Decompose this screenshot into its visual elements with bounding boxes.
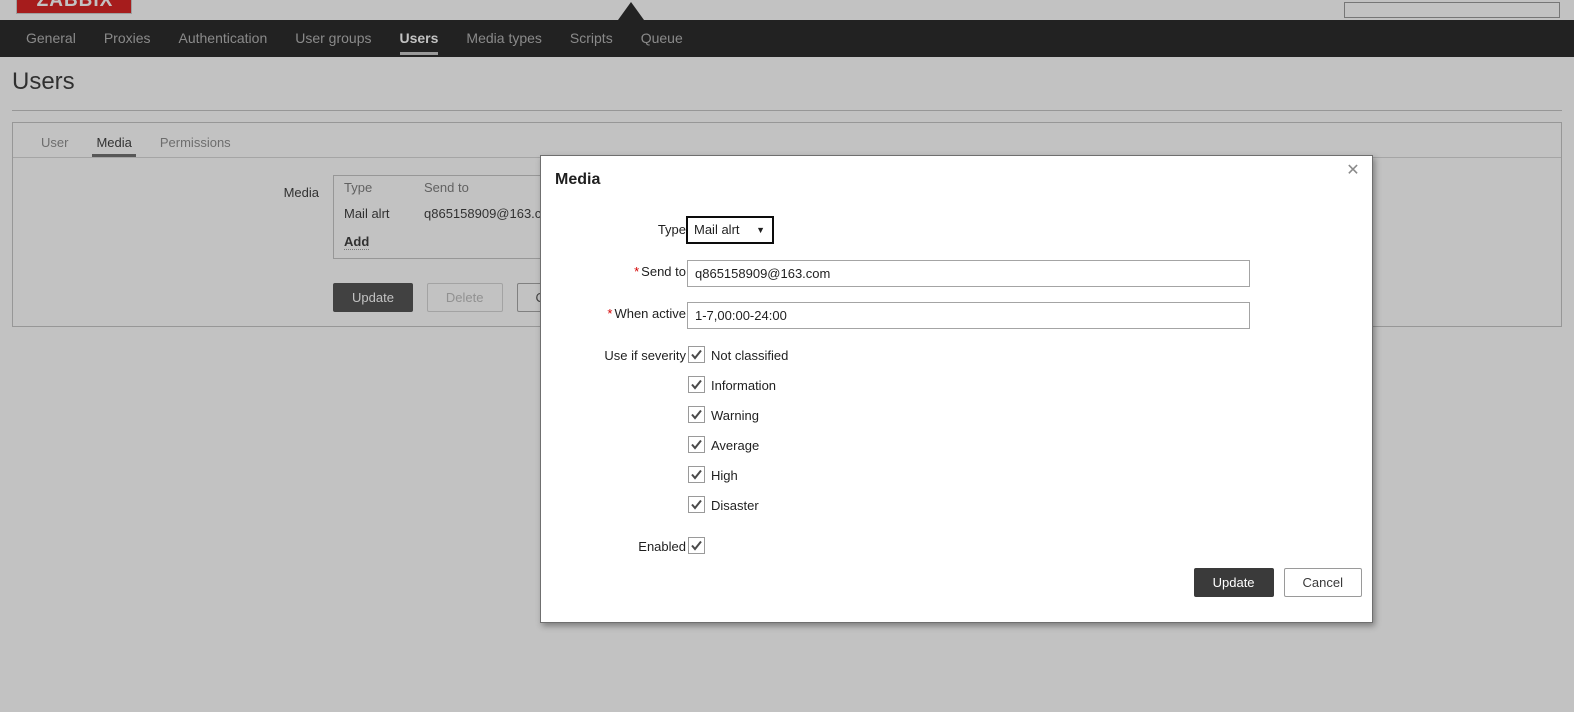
modal-send-to-label: * Send to: [634, 264, 686, 279]
when-active-input-value: 1-7,00:00-24:00: [695, 308, 787, 323]
when-active-input[interactable]: 1-7,00:00-24:00: [687, 302, 1250, 329]
severity-checkbox-average[interactable]: [688, 436, 705, 453]
column-header-send-to: Send to: [424, 180, 469, 195]
type-select-value: Mail alrt: [694, 222, 740, 237]
nav-item-authentication[interactable]: Authentication: [165, 20, 282, 57]
severity-checkbox-high[interactable]: [688, 466, 705, 483]
modal-update-button[interactable]: Update: [1193, 568, 1274, 597]
delete-button: Delete: [426, 283, 503, 312]
page-title: Users: [12, 68, 75, 95]
cell-type: Mail alrt: [344, 206, 390, 221]
modal-type-label: Type: [657, 222, 686, 237]
modal-action-buttons: Update Cancel: [1193, 568, 1362, 597]
footer-divider: [541, 554, 1372, 555]
required-marker-when-active: *: [607, 306, 613, 321]
severity-label-high: High: [711, 468, 738, 483]
severity-label-disaster: Disaster: [711, 498, 759, 513]
severity-checkbox-not-classified[interactable]: [688, 346, 705, 363]
severity-checkbox-warning[interactable]: [688, 406, 705, 423]
zabbix-logo[interactable]: ZABBIX: [16, 0, 132, 14]
nav-item-general[interactable]: General: [12, 20, 90, 57]
severity-label-not-classified: Not classified: [711, 348, 789, 363]
enabled-checkbox[interactable]: [688, 537, 705, 554]
modal-severity-label: Use if severity: [604, 348, 686, 363]
nav-item-media-types[interactable]: Media types: [452, 20, 555, 57]
nav-item-proxies[interactable]: Proxies: [90, 20, 165, 57]
column-header-type: Type: [344, 180, 373, 195]
page-root: ZABBIX General Proxies Authentication Us…: [0, 0, 1574, 712]
modal-footer: Update Cancel: [541, 554, 1372, 622]
form-tabs: User Media Permissions: [13, 123, 245, 157]
close-icon[interactable]: ✕: [1342, 160, 1364, 182]
nav-item-queue[interactable]: Queue: [627, 20, 697, 57]
send-to-input-value: q865158909@163.com: [695, 266, 831, 281]
send-to-input[interactable]: q865158909@163.com: [687, 260, 1250, 287]
severity-checkbox-disaster[interactable]: [688, 496, 705, 513]
media-field-label: Media: [283, 185, 319, 200]
severity-label-average: Average: [711, 438, 760, 453]
media-modal-dialog: Media ✕ Type Mail alrt ▼ * Send to q86515…: [540, 155, 1373, 623]
title-divider: [12, 110, 1562, 111]
logo-text: ZABBIX: [36, 0, 114, 11]
nav-items: General Proxies Authentication User grou…: [0, 20, 697, 57]
nav-item-user-groups[interactable]: User groups: [281, 20, 385, 57]
required-marker-send-to: *: [634, 264, 640, 279]
severity-checkbox-information[interactable]: [688, 376, 705, 393]
topbar: ZABBIX: [0, 0, 1574, 21]
chevron-down-icon: ▼: [756, 225, 765, 235]
nav-item-users[interactable]: Users: [386, 20, 453, 57]
severity-label-warning: Warning: [711, 408, 759, 423]
modal-when-active-label: * When active: [607, 306, 686, 321]
nav-item-scripts[interactable]: Scripts: [556, 20, 627, 57]
nav-section-pointer-icon: [618, 2, 644, 20]
modal-title: Media: [555, 171, 601, 188]
tab-permissions[interactable]: Permissions: [146, 135, 245, 157]
tab-media[interactable]: Media: [82, 135, 145, 157]
type-select[interactable]: Mail alrt ▼: [686, 216, 774, 244]
update-button[interactable]: Update: [333, 283, 413, 312]
modal-cancel-button[interactable]: Cancel: [1283, 568, 1362, 597]
modal-enabled-label: Enabled: [638, 539, 686, 554]
search-input[interactable]: [1344, 2, 1560, 18]
add-media-link[interactable]: Add: [344, 234, 370, 250]
severity-label-information: Information: [711, 378, 777, 393]
tab-user[interactable]: User: [27, 135, 82, 157]
